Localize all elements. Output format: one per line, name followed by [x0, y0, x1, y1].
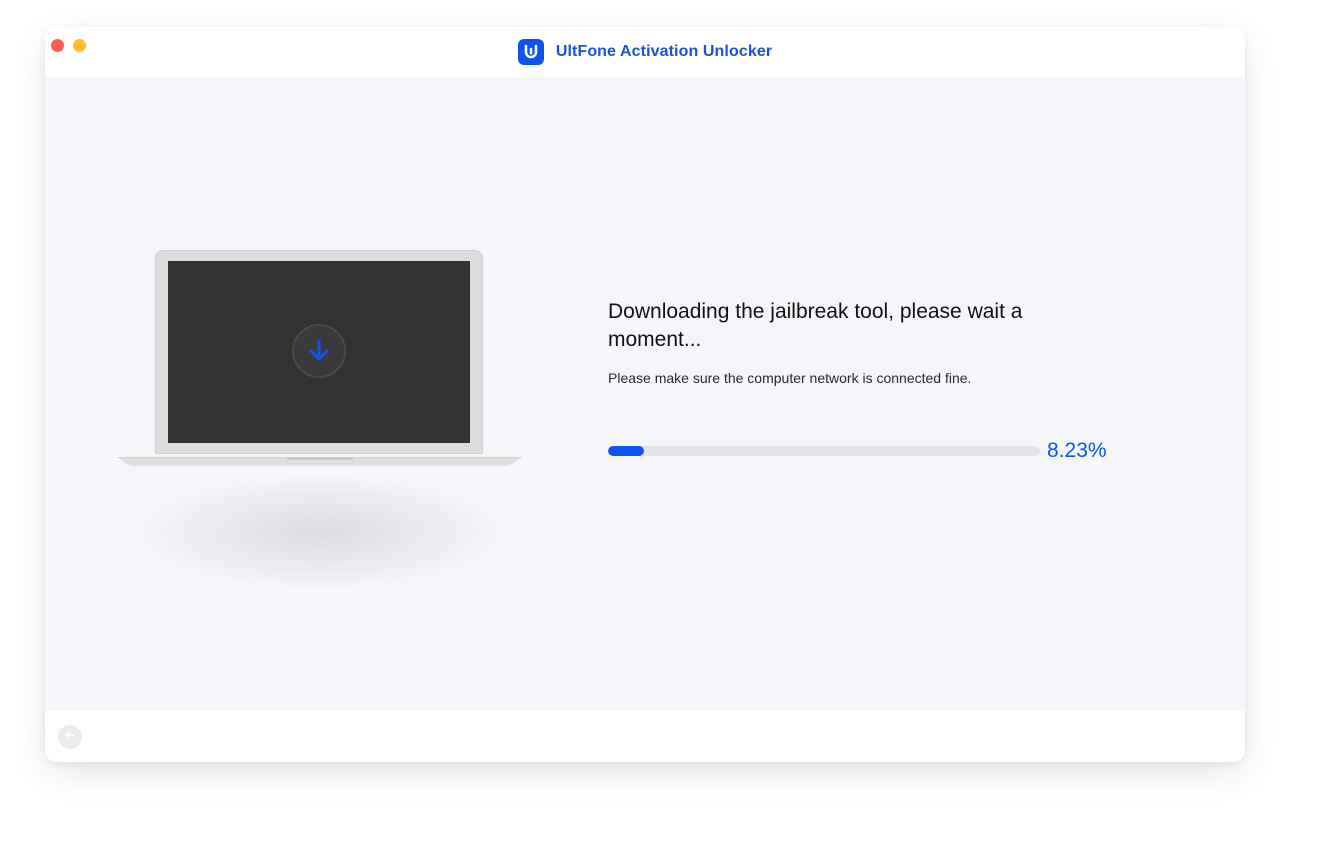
title-bar: UltFone Activation Unlocker	[45, 27, 1245, 77]
app-title: UltFone Activation Unlocker	[555, 43, 773, 60]
back-button[interactable]	[58, 725, 82, 749]
download-progress-percent: 8.23%	[1047, 439, 1107, 462]
footer-bar	[45, 711, 1245, 762]
laptop-screen	[168, 261, 470, 443]
window-title: UltFone Activation Unlocker	[45, 39, 1245, 65]
laptop-shadow	[130, 472, 510, 592]
status-heading: Downloading the jailbreak tool, please w…	[608, 300, 1023, 351]
download-arrow-icon	[292, 324, 346, 378]
laptop-base	[117, 454, 522, 466]
app-window: UltFone Activation Unlocker Downloading …	[45, 27, 1245, 762]
download-progress-bar	[608, 446, 1040, 456]
back-arrow-icon	[63, 728, 77, 747]
ultfone-logo-icon	[517, 39, 544, 65]
main-content: Downloading the jailbreak tool, please w…	[45, 77, 1245, 711]
laptop-illustration	[155, 250, 483, 454]
network-hint-text: Please make sure the computer network is…	[608, 370, 972, 386]
download-progress-fill	[608, 446, 644, 456]
